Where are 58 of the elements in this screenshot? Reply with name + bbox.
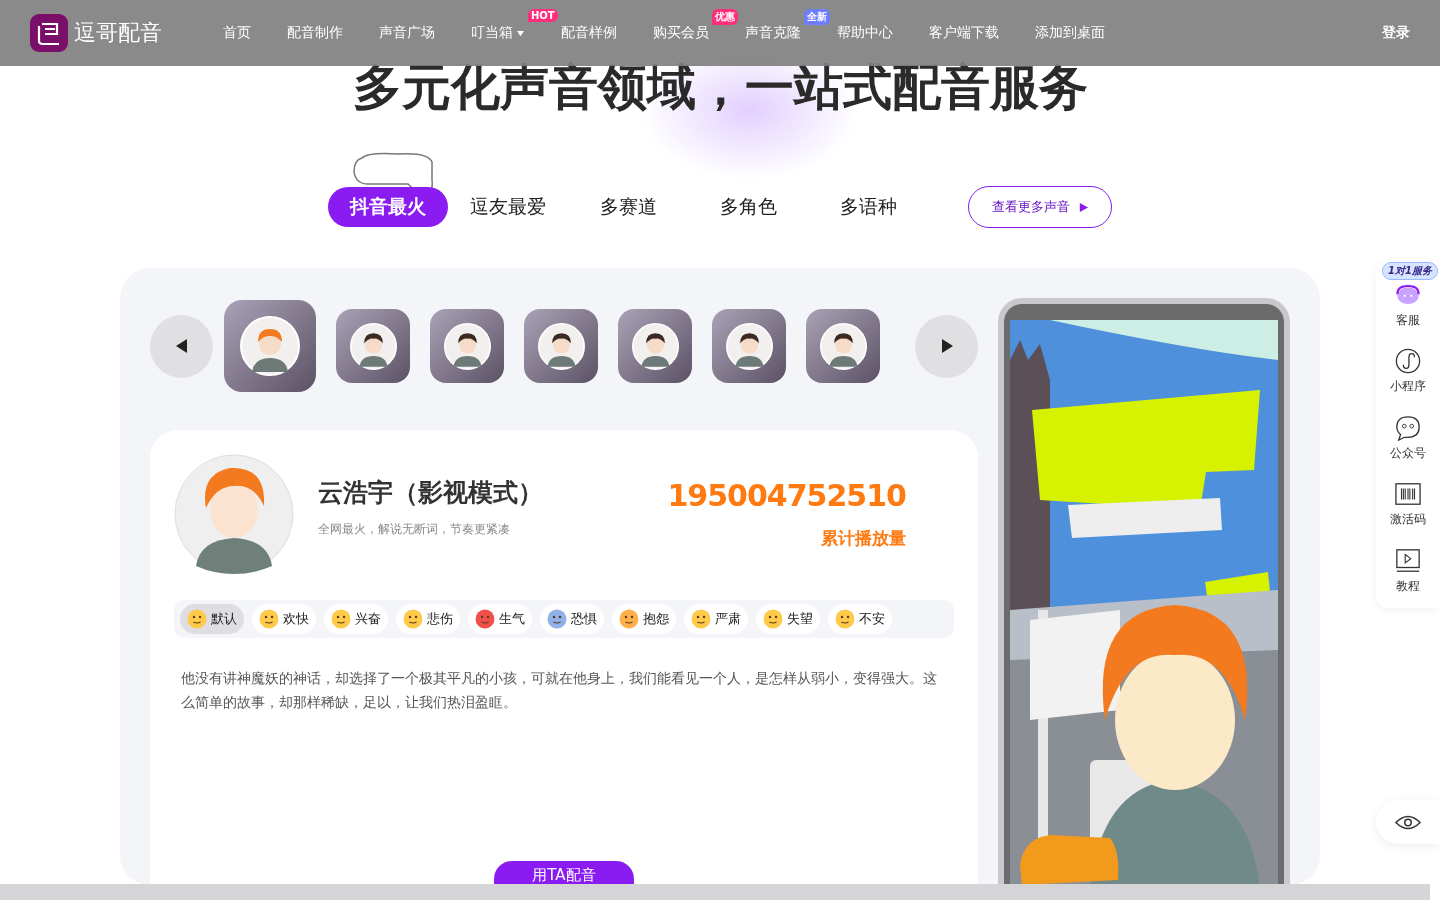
voice-thumbnail[interactable] — [712, 309, 786, 383]
nav-badge: 全新 — [804, 9, 830, 25]
avatar-icon — [443, 322, 491, 370]
logo-icon — [30, 14, 68, 52]
play-icon — [1077, 201, 1089, 213]
category-tab[interactable]: 多语种 — [808, 187, 928, 227]
category-tab[interactable]: 逗友最爱 — [448, 187, 568, 227]
avatar-icon — [349, 322, 397, 370]
emotion-chip[interactable]: 失望 — [756, 604, 820, 634]
emotion-chip[interactable]: 抱怨 — [612, 604, 676, 634]
side-toolbar-item[interactable]: 小程序 — [1390, 348, 1426, 409]
avatar-icon — [631, 322, 679, 370]
avatar-icon — [725, 322, 773, 370]
avatar-icon — [240, 316, 300, 376]
nav-badge: 优惠 — [712, 9, 738, 25]
play-count: 195004752510 — [667, 478, 906, 513]
emotion-chip[interactable]: 兴奋 — [324, 604, 388, 634]
voice-thumbnail[interactable] — [806, 309, 880, 383]
voice-thumbnail[interactable] — [430, 309, 504, 383]
avatar-icon — [819, 322, 867, 370]
voice-subtitle: 全网最火，解说无断词，节奏更紧凑 — [318, 521, 511, 538]
category-tab[interactable]: 多赛道 — [568, 187, 688, 227]
voice-thumbnail[interactable] — [336, 309, 410, 383]
barcode-icon — [1394, 481, 1422, 508]
emotion-chip[interactable]: 欢快 — [252, 604, 316, 634]
voice-thumbnail[interactable] — [524, 309, 598, 383]
service-badge: 1对1服务 — [1382, 262, 1438, 280]
play-count-label: 累计播放量 — [820, 527, 906, 550]
logo-text: 逗哥配音 — [74, 19, 162, 47]
use-voice-button[interactable]: 用TA配音 — [494, 861, 634, 885]
nav-badge: HOT — [528, 9, 558, 22]
voice-thumbnail[interactable] — [224, 300, 316, 392]
scrollbar[interactable] — [0, 884, 1430, 900]
side-toolbar-item[interactable]: 客服 — [1394, 282, 1422, 343]
voice-description: 他没有讲神魔妖的神话，却选择了一个极其平凡的小孩，可就在他身上，我们能看见一个人，是怎样从弱小，变得强大。这么简单的故事，却那样稀缺，足以，让我们热泪盈眶。 — [181, 669, 938, 712]
avatar-icon — [537, 322, 585, 370]
hero-title: 多元化声音领域，一站式配音服务 — [352, 58, 1088, 118]
emotion-chip[interactable]: 生气 — [468, 604, 532, 634]
voice-name: 云浩宇（影视模式） — [318, 477, 544, 509]
emotion-chip[interactable]: 不安 — [828, 604, 892, 634]
emotion-chip[interactable]: 严肃 — [684, 604, 748, 634]
emotion-chip[interactable]: 默认 — [180, 604, 244, 634]
side-toolbar-item[interactable]: 公众号 — [1390, 414, 1426, 476]
category-tab[interactable]: 多角色 — [688, 187, 808, 227]
play-video-icon — [1394, 547, 1422, 574]
category-tab[interactable]: 抖音最火 — [328, 187, 448, 227]
chat-bubble-icon — [1394, 414, 1422, 441]
voice-thumbnail[interactable] — [618, 309, 692, 383]
mini-program-icon — [1394, 348, 1422, 375]
more-voices-button[interactable]: 查看更多声音 — [968, 186, 1112, 228]
emotion-chip[interactable]: 悲伤 — [396, 604, 460, 634]
avatar-icon — [174, 454, 294, 574]
side-toolbar-item[interactable]: 激活码 — [1390, 481, 1426, 542]
side-toolbar-item[interactable]: 教程 — [1394, 547, 1422, 609]
eye-icon — [1395, 813, 1421, 831]
caret-icon — [516, 29, 525, 37]
emotion-chip[interactable]: 恐惧 — [540, 604, 604, 634]
eye-button[interactable] — [1376, 800, 1440, 844]
